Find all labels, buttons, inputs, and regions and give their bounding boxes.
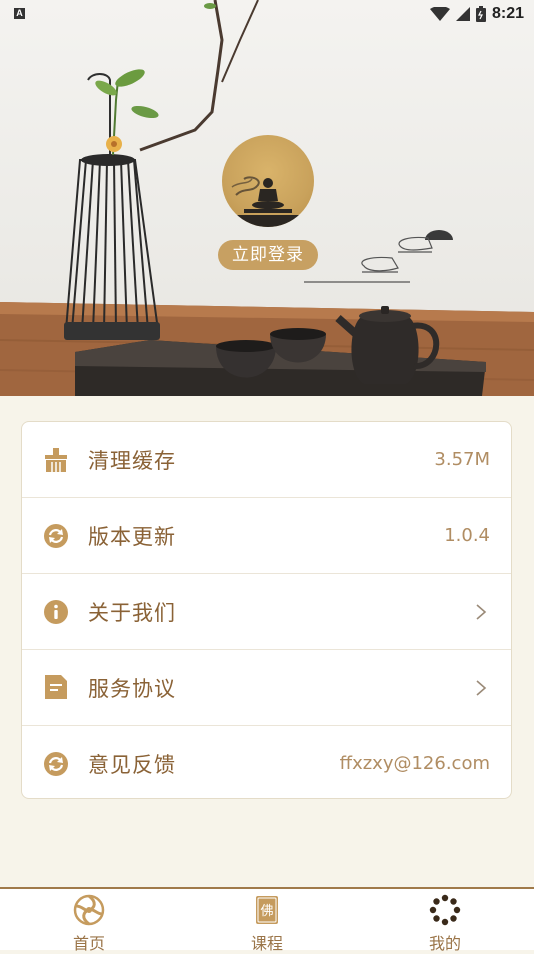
login-button[interactable]: 立即登录: [218, 240, 318, 270]
status-bar: A 8:21: [0, 0, 534, 28]
bottom-navigation: 首页 佛 课程 我的: [0, 887, 534, 953]
notification-a-icon: A: [14, 8, 25, 19]
nav-mine[interactable]: 我的: [385, 889, 505, 953]
settings-row-clear-cache[interactable]: 清理缓存 3.57M: [22, 422, 511, 497]
nav-courses-label: 课程: [250, 934, 283, 953]
nav-home-label: 首页: [72, 934, 105, 953]
nav-mine-label: 我的: [428, 934, 461, 953]
settings-row-service-agreement[interactable]: 服务协议: [22, 650, 511, 725]
settings-row-label: 关于我们: [88, 600, 176, 625]
broom-icon: [43, 447, 69, 473]
settings-card: 清理缓存 3.57M 版本更新 1.0.4 关于我们 服务协议 意见反馈 ffx…: [21, 421, 512, 799]
settings-row-version-update[interactable]: 版本更新 1.0.4: [22, 498, 511, 573]
document-icon: [43, 674, 69, 700]
cellular-signal-icon: [455, 7, 470, 21]
avatar[interactable]: [222, 135, 314, 227]
wifi-icon: [429, 7, 450, 21]
buddha-book-icon: 佛: [256, 896, 278, 924]
version-value: 1.0.4: [444, 525, 490, 546]
dharma-wheel-icon: [73, 894, 105, 926]
settings-row-label: 版本更新: [88, 524, 176, 549]
svg-text:佛: 佛: [260, 904, 273, 919]
refresh-icon: [43, 523, 69, 549]
info-icon: [43, 599, 69, 625]
battery-icon: [475, 6, 486, 22]
settings-row-feedback[interactable]: 意见反馈 ffxzxy@126.com: [22, 726, 511, 801]
chevron-right-icon: [476, 604, 487, 620]
hero-banner: 立即登录: [0, 0, 534, 396]
cache-size-value: 3.57M: [434, 449, 490, 470]
settings-row-label: 意见反馈: [88, 752, 176, 777]
prayer-beads-icon: [429, 894, 461, 926]
clock: 8:21: [491, 5, 524, 22]
settings-row-about-us[interactable]: 关于我们: [22, 574, 511, 649]
meditating-buddha-icon: [222, 176, 314, 227]
settings-row-label: 清理缓存: [88, 448, 176, 473]
feedback-email-value: ffxzxy@126.com: [339, 753, 490, 774]
nav-home[interactable]: 首页: [29, 889, 149, 953]
settings-row-label: 服务协议: [88, 676, 176, 701]
refresh-icon: [43, 751, 69, 777]
nav-courses[interactable]: 佛 课程: [207, 889, 327, 953]
chevron-right-icon: [476, 680, 487, 696]
